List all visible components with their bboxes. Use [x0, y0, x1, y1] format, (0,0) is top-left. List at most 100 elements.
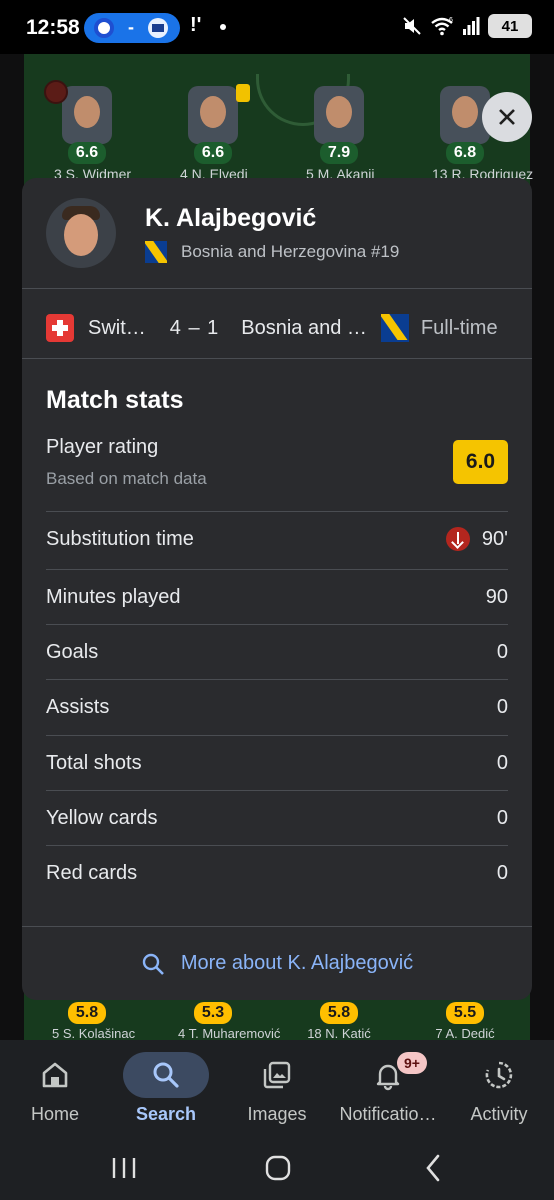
away-team: Bosnia and … [241, 316, 367, 339]
nav-home[interactable]: Home [0, 1040, 110, 1136]
more-about-player-link[interactable]: More about K. Alajbegović [22, 926, 532, 1000]
wifi-label: 6 [449, 17, 453, 24]
nav-label: Images [247, 1104, 307, 1124]
close-button[interactable] [482, 92, 532, 142]
player-chip-name: 7 A. Dedić [435, 1026, 495, 1041]
wifi-icon: 6 [431, 17, 453, 36]
status-bar: 12:58 - !' 6 41 [0, 0, 554, 54]
mute-icon [403, 17, 421, 35]
stat-value: 0 [496, 861, 508, 884]
close-icon [499, 109, 515, 125]
activity-icon [485, 1061, 513, 1089]
stat-label: Goals [46, 640, 99, 663]
match-score: 4 – 1 [169, 316, 220, 339]
section-title: Match stats [46, 386, 184, 414]
pill-separator: - [128, 17, 134, 37]
battery-indicator: 41 [488, 14, 532, 38]
player-team: Bosnia and Herzegovina #19 [145, 241, 399, 263]
player-photo [62, 86, 112, 144]
switzerland-flag-icon [46, 314, 74, 342]
stat-label: Total shots [46, 751, 142, 774]
stat-row-red-cards: Red cards 0 [46, 845, 508, 900]
home-button[interactable] [248, 1150, 308, 1186]
player-stats-card: K. Alajbegović Bosnia and Herzegovina #1… [22, 178, 532, 1000]
system-navigation [0, 1136, 554, 1200]
back-button[interactable] [404, 1150, 464, 1186]
stat-value: 0 [496, 640, 508, 663]
stat-value: 0 [496, 751, 508, 774]
stat-value: 0 [496, 806, 508, 829]
search-icon [153, 1062, 179, 1088]
status-dot-icon [220, 24, 226, 30]
player-rating-chip: 5.8 [67, 1002, 107, 1024]
stat-row-minutes-played: Minutes played 90 [46, 569, 508, 624]
nav-label: Activity [470, 1104, 528, 1124]
recent-apps-button[interactable] [94, 1150, 154, 1186]
stat-label: Yellow cards [46, 806, 158, 829]
player-photo [188, 86, 238, 144]
team-logo-icon [94, 18, 114, 38]
stat-value: 90 [485, 585, 508, 608]
bottom-navigation: Home Search Images 9+ Notificatio… Activ… [0, 1040, 554, 1136]
player-rating-chip: 6.6 [193, 142, 233, 164]
images-icon [263, 1061, 291, 1089]
signal-icon [463, 17, 480, 35]
status-time: 12:58 [26, 16, 80, 39]
stat-label: Red cards [46, 861, 138, 884]
avatar [46, 198, 116, 268]
stat-value: 0 [496, 695, 508, 718]
search-icon [142, 953, 164, 975]
stat-label: Minutes played [46, 585, 181, 608]
stat-label: Assists [46, 695, 110, 718]
player-name: K. Alajbegović [145, 204, 317, 232]
player-rating-chip: 5.5 [445, 1002, 485, 1024]
stat-row-substitution-time: Substitution time 90' [46, 511, 508, 566]
match-summary[interactable]: Swit… 4 – 1 Bosnia and … Full-time [22, 298, 532, 358]
notification-glyph: !' [190, 14, 202, 36]
player-photo [314, 86, 364, 144]
lineup-player[interactable]: 7.9 5 M. Akanji [306, 86, 374, 182]
nav-search[interactable]: Search [111, 1040, 221, 1136]
stat-row-yellow-cards: Yellow cards 0 [46, 790, 508, 845]
yellow-card-icon [236, 84, 250, 102]
player-rating-badge: 6.0 [453, 440, 508, 484]
substitution-out-icon [44, 80, 68, 104]
player-chip-name: 18 N. Katić [307, 1026, 371, 1041]
player-rating-note: Based on match data [46, 469, 207, 488]
lineup-player[interactable]: 5.5 7 A. Dedić [430, 1002, 500, 1041]
team-logo-icon [148, 18, 168, 38]
nav-activity[interactable]: Activity [444, 1040, 554, 1136]
stat-row-goals: Goals 0 [46, 624, 508, 679]
nav-label: Home [30, 1104, 79, 1124]
stat-row-assists: Assists 0 [46, 679, 508, 734]
player-rating-chip: 5.3 [193, 1002, 233, 1024]
divider [22, 288, 532, 289]
notification-badge: 9+ [397, 1052, 427, 1074]
battery-level: 41 [501, 17, 519, 35]
stat-row-total-shots: Total shots 0 [46, 735, 508, 790]
lineup-player[interactable]: 5.3 4 T. Muharemović [178, 1002, 281, 1041]
nav-label: Notificatio… [339, 1104, 437, 1124]
nav-label: Search [135, 1104, 197, 1124]
divider [22, 358, 532, 359]
nav-images[interactable]: Images [222, 1040, 332, 1136]
bosnia-flag-icon [380, 314, 409, 342]
player-rating-chip: 6.6 [67, 142, 107, 164]
bosnia-flag-icon [145, 241, 167, 263]
nav-notifications[interactable]: 9+ Notificatio… [333, 1040, 443, 1136]
live-score-pill[interactable]: - [84, 13, 180, 43]
home-icon [42, 1062, 68, 1088]
home-team: Swit… [88, 316, 146, 339]
lineup-player[interactable]: 5.8 18 N. Katić [304, 1002, 374, 1041]
stat-label: Substitution time [46, 527, 194, 550]
player-chip-name: 4 T. Muharemović [178, 1026, 281, 1041]
player-rating-label: Player rating [46, 436, 159, 458]
player-rating-chip: 6.8 [445, 142, 485, 164]
substitution-out-icon [445, 527, 470, 551]
match-status: Full-time [420, 316, 498, 339]
lineup-player[interactable]: 5.8 5 S. Kolašinac [52, 1002, 136, 1041]
player-team-number: Bosnia and Herzegovina #19 [181, 242, 400, 261]
more-link-label: More about K. Alajbegović [180, 952, 414, 974]
player-chip-name: 5 S. Kolašinac [52, 1026, 136, 1041]
stat-value: 90' [481, 527, 508, 550]
